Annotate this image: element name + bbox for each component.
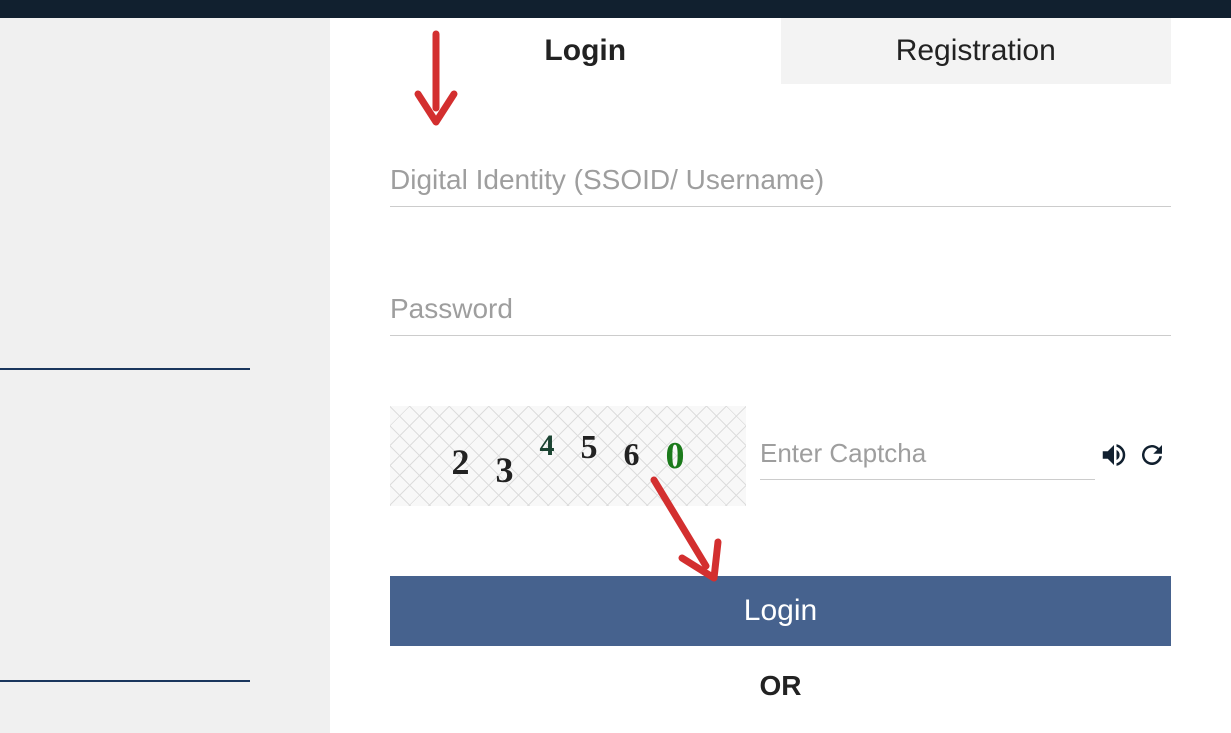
tab-registration[interactable]: Registration xyxy=(781,18,1172,84)
captcha-input[interactable] xyxy=(760,432,1095,480)
captcha-image: 2 3 4 5 6 0 xyxy=(390,406,746,506)
captcha-digit: 2 xyxy=(452,441,470,483)
auth-tabs: Login Registration xyxy=(390,18,1171,98)
main-panel: Login Registration 2 3 4 5 6 0 xyxy=(330,18,1231,733)
captcha-digit: 4 xyxy=(540,429,555,463)
top-bar xyxy=(0,0,1231,18)
captcha-digit: 3 xyxy=(496,449,514,491)
password-input[interactable] xyxy=(390,287,1171,336)
sidebar xyxy=(0,18,330,733)
refresh-icon xyxy=(1137,458,1167,473)
captcha-digit: 5 xyxy=(581,429,598,467)
login-button[interactable]: Login xyxy=(390,576,1171,646)
refresh-captcha-button[interactable] xyxy=(1133,436,1171,477)
captcha-digit: 0 xyxy=(666,434,685,478)
audio-captcha-button[interactable] xyxy=(1095,436,1133,477)
or-separator: OR xyxy=(390,670,1171,702)
captcha-row: 2 3 4 5 6 0 xyxy=(390,406,1171,506)
speaker-icon xyxy=(1099,458,1129,473)
login-form: 2 3 4 5 6 0 Lo xyxy=(390,158,1171,702)
tab-login[interactable]: Login xyxy=(390,18,781,84)
sidebar-divider xyxy=(0,680,250,682)
identity-input[interactable] xyxy=(390,158,1171,207)
captcha-digit: 6 xyxy=(624,436,640,473)
sidebar-divider xyxy=(0,368,250,370)
